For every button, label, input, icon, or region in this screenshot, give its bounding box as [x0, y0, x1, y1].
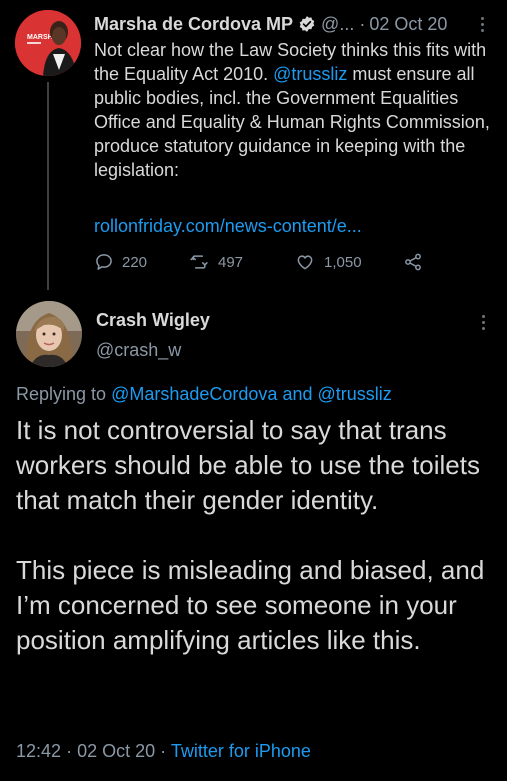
tweet-date[interactable]: 02 Oct 20: [369, 14, 447, 35]
client-link[interactable]: Twitter for iPhone: [171, 741, 311, 761]
replying-and: and: [282, 384, 313, 404]
verified-icon: [298, 15, 316, 33]
avatar[interactable]: [16, 301, 82, 367]
separator-dot: ·: [359, 13, 366, 34]
author-name[interactable]: Crash Wigley: [96, 310, 210, 331]
reply-icon: [96, 254, 112, 270]
tweet-metadata: 12:42 · 02 Oct 20 · Twitter for iPhone: [16, 741, 311, 762]
parent-tweet[interactable]: MARSHA Marsha de Cordova MP @... · 02 Oc…: [0, 0, 507, 290]
share-button[interactable]: [402, 252, 424, 272]
tweet-thread: MARSHA Marsha de Cordova MP @... · 02 Oc…: [0, 0, 507, 781]
mention-link[interactable]: @MarshadeCordova: [111, 384, 277, 404]
retweet-count: 497: [218, 253, 244, 271]
reply-button[interactable]: 220: [94, 252, 188, 272]
mention-link[interactable]: @trussliz: [318, 384, 392, 404]
more-icon[interactable]: [475, 313, 491, 331]
like-icon: [297, 255, 313, 270]
like-count: 1,050: [324, 253, 362, 271]
parent-tweet-header: Marsha de Cordova MP @... · 02 Oct 20: [94, 12, 494, 36]
tweet-paragraph: It is not controversial to say that tran…: [16, 415, 480, 515]
more-icon[interactable]: [474, 12, 490, 36]
retweet-icon: [190, 255, 208, 269]
avatar[interactable]: MARSHA: [15, 10, 81, 76]
article-link[interactable]: rollonfriday.com/news-content/e...: [94, 214, 362, 238]
author-handle[interactable]: @crash_w: [96, 340, 181, 361]
share-icon: [405, 253, 421, 271]
author-name[interactable]: Marsha de Cordova MP: [94, 14, 293, 35]
separator-dot: ·: [160, 741, 167, 761]
parent-tweet-text: Not clear how the Law Society thinks thi…: [94, 38, 499, 182]
tweet-time[interactable]: 12:42: [16, 741, 61, 761]
replying-prefix: Replying to: [16, 384, 107, 404]
mention-link[interactable]: @trussliz: [273, 64, 347, 84]
action-bar: 220 497 1,050: [94, 250, 424, 274]
like-button[interactable]: 1,050: [294, 252, 402, 272]
retweet-button[interactable]: 497: [188, 252, 294, 272]
tweet-paragraph: This piece is misleading and biased, and…: [16, 555, 485, 655]
author-handle[interactable]: @...: [321, 14, 354, 35]
thread-connector-line: [47, 82, 49, 290]
separator-dot: ·: [66, 741, 73, 761]
replying-to-line: Replying to @MarshadeCordova and @trussl…: [16, 384, 392, 405]
tweet-date[interactable]: 02 Oct 20: [77, 741, 155, 761]
reply-count: 220: [122, 253, 148, 271]
main-tweet-text: It is not controversial to say that tran…: [16, 413, 501, 658]
